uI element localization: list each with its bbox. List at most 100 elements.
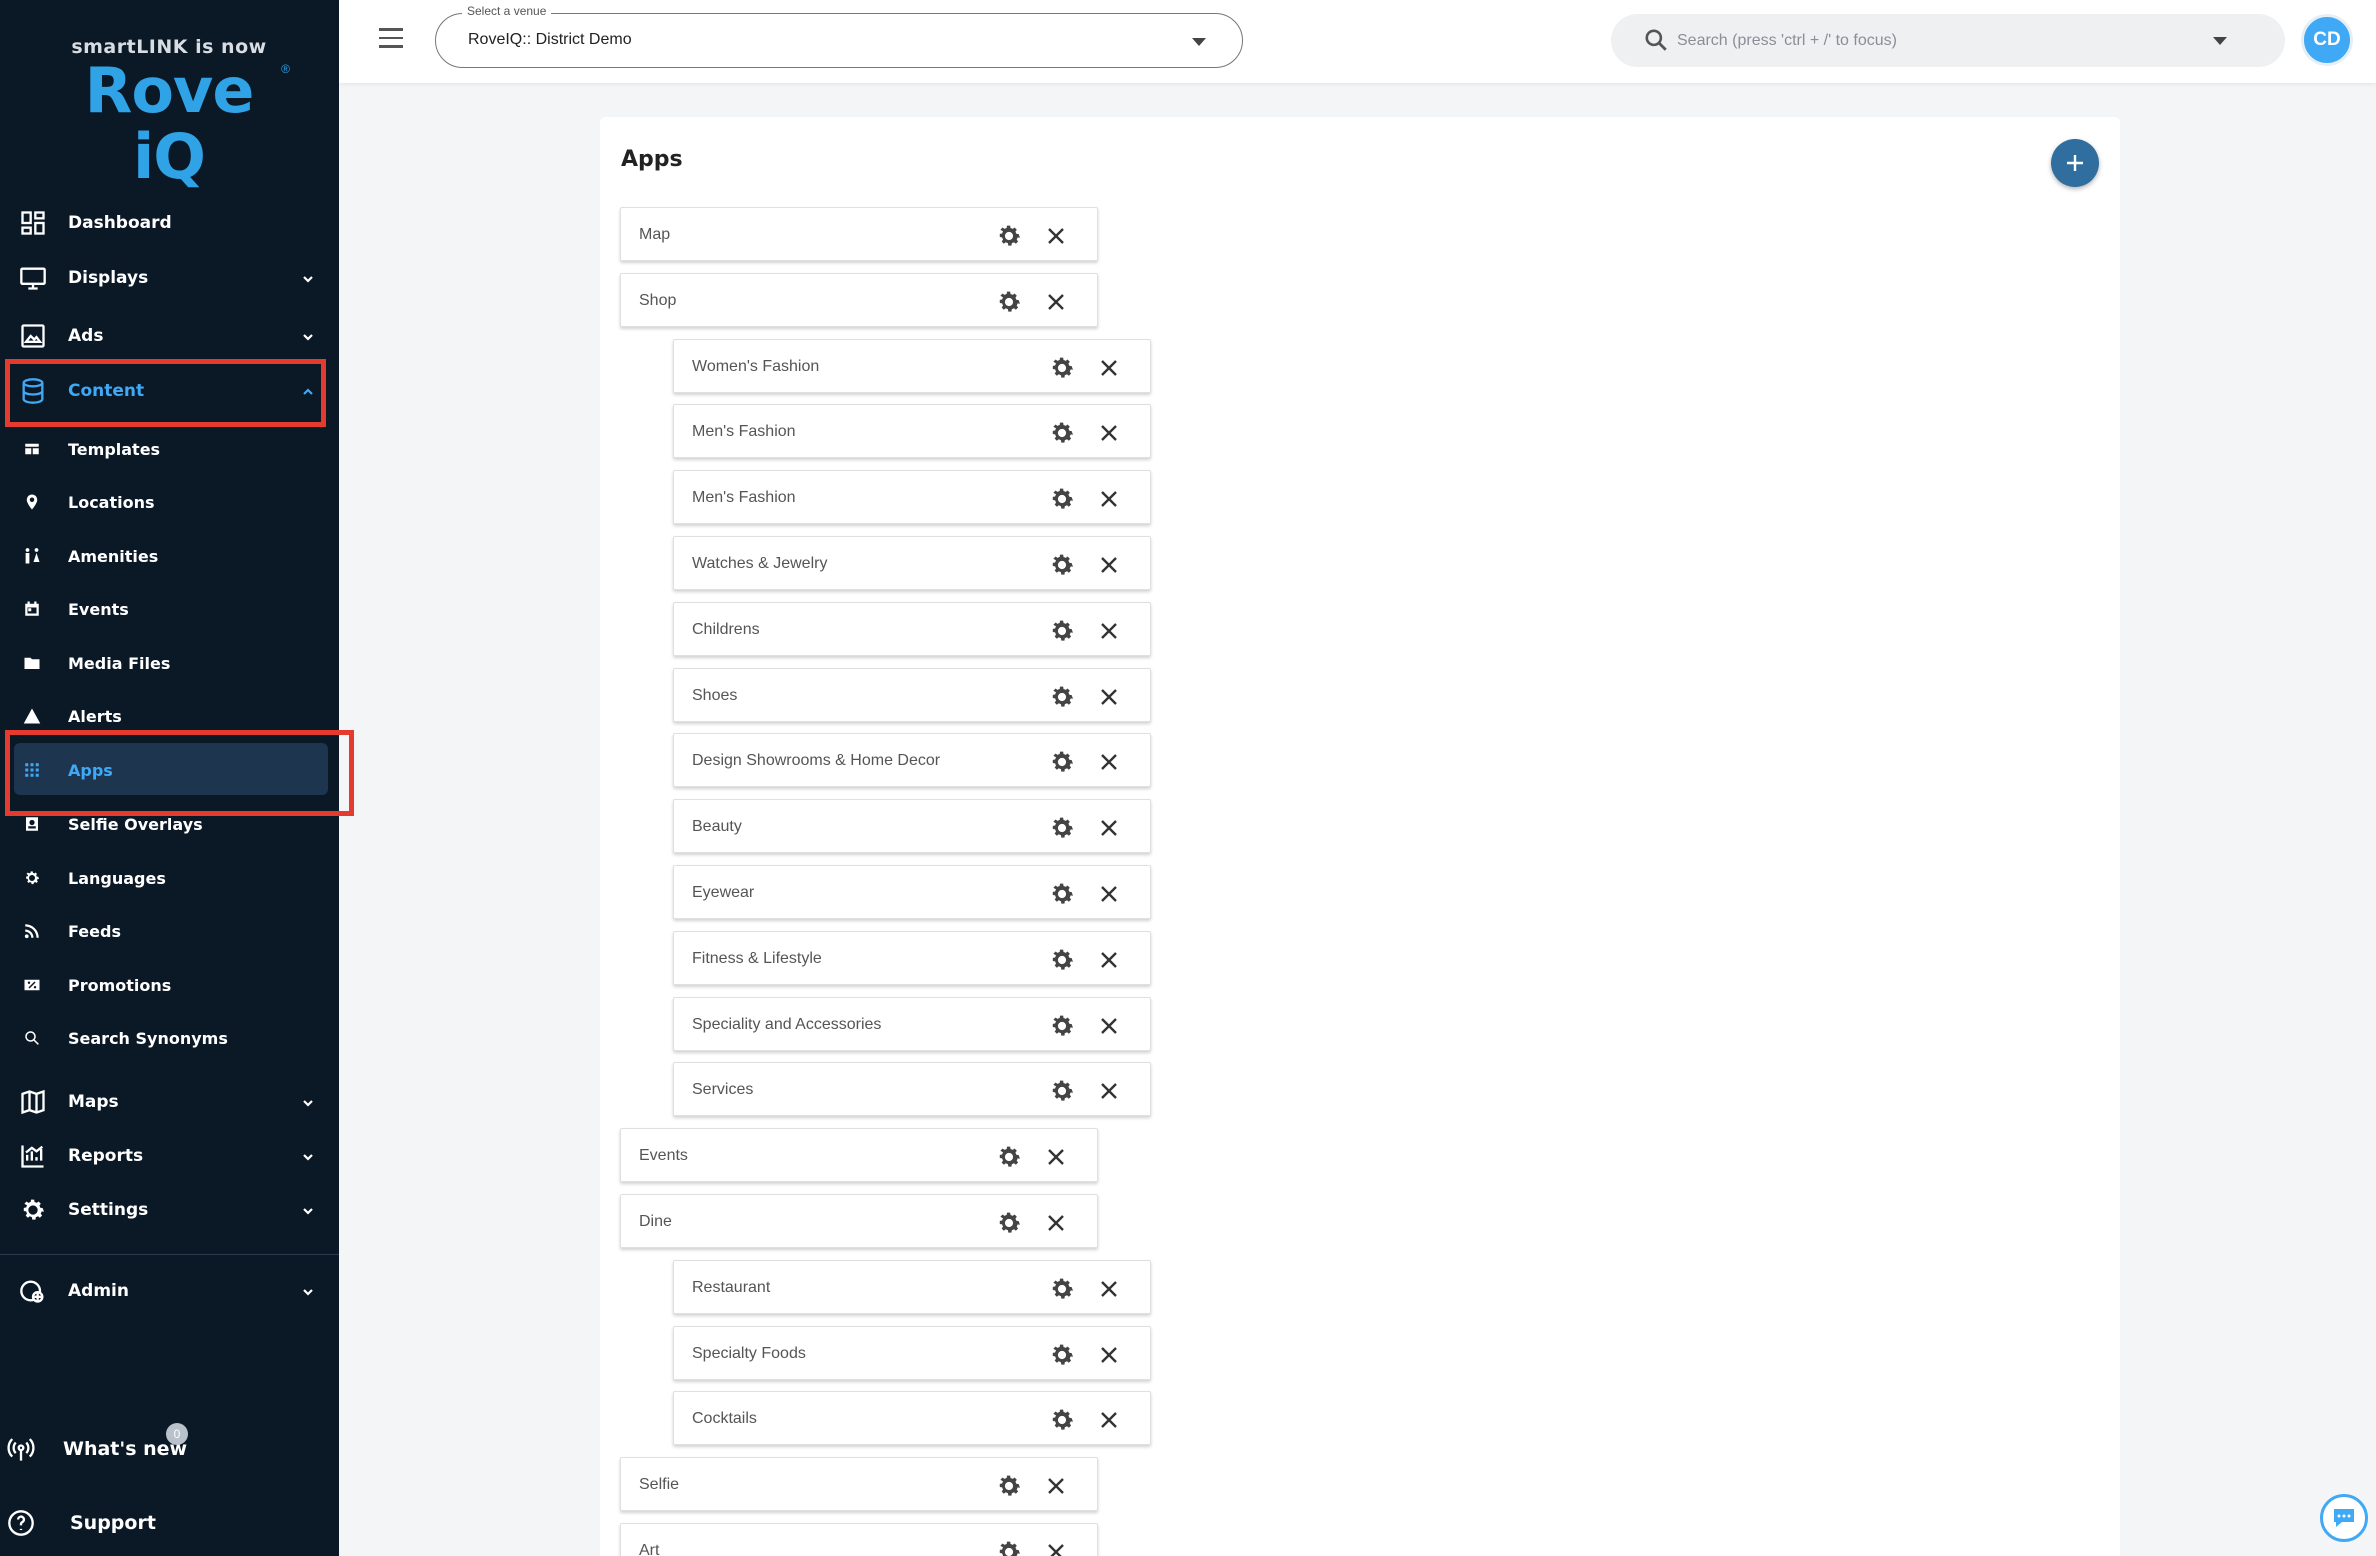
app-row[interactable]: Restaurant: [673, 1260, 1151, 1314]
gear-icon[interactable]: [995, 288, 1023, 316]
pin-icon: [20, 490, 44, 514]
app-row[interactable]: Men's Fashion: [673, 470, 1151, 524]
gear-icon[interactable]: [1048, 683, 1076, 711]
app-row[interactable]: Art: [620, 1523, 1098, 1556]
close-icon[interactable]: [1045, 1541, 1067, 1556]
sidebar-item-label: Media Files: [68, 653, 171, 673]
sidebar-item-label: Amenities: [68, 546, 159, 566]
app-row[interactable]: Watches & Jewelry: [673, 536, 1151, 590]
gear-icon[interactable]: [1048, 354, 1076, 382]
nav-content[interactable]: Content: [0, 366, 339, 416]
app-row[interactable]: Map: [620, 207, 1098, 261]
sidebar-item-search-synonyms[interactable]: Search Synonyms: [0, 1013, 339, 1063]
app-row[interactable]: Men's Fashion: [673, 404, 1151, 458]
gear-icon[interactable]: [1048, 617, 1076, 645]
close-icon[interactable]: [1098, 1344, 1120, 1366]
close-icon[interactable]: [1045, 291, 1067, 313]
chevron-down-icon: [301, 329, 315, 343]
gear-icon[interactable]: [1048, 748, 1076, 776]
gear-icon[interactable]: [1048, 880, 1076, 908]
close-icon[interactable]: [1098, 1409, 1120, 1431]
sidebar-item-alerts[interactable]: Alerts: [0, 691, 339, 741]
app-row[interactable]: Specialty Foods: [673, 1326, 1151, 1380]
gear-icon[interactable]: [1048, 1406, 1076, 1434]
user-avatar[interactable]: CD: [2301, 14, 2353, 66]
nav-reports[interactable]: Reports: [0, 1131, 339, 1181]
chat-button[interactable]: [2320, 1494, 2368, 1542]
app-row[interactable]: Events: [620, 1128, 1098, 1182]
nav-admin[interactable]: Admin: [0, 1266, 339, 1316]
nav-maps[interactable]: Maps: [0, 1077, 339, 1127]
app-row[interactable]: Services: [673, 1062, 1151, 1116]
app-row[interactable]: Dine: [620, 1194, 1098, 1248]
nav-support[interactable]: Support: [0, 1498, 339, 1548]
search-input[interactable]: [1677, 24, 2197, 57]
close-icon[interactable]: [1098, 1015, 1120, 1037]
gear-icon[interactable]: [1048, 485, 1076, 513]
gear-icon[interactable]: [995, 222, 1023, 250]
sidebar-item-events[interactable]: Events: [0, 584, 339, 634]
app-row[interactable]: Cocktails: [673, 1391, 1151, 1445]
app-row[interactable]: Shoes: [673, 668, 1151, 722]
gear-icon[interactable]: [1048, 1077, 1076, 1105]
close-icon[interactable]: [1098, 488, 1120, 510]
gear-icon[interactable]: [1048, 419, 1076, 447]
app-row[interactable]: Eyewear: [673, 865, 1151, 919]
app-row[interactable]: Shop: [620, 273, 1098, 327]
chevron-down-icon: [301, 271, 315, 285]
close-icon[interactable]: [1098, 751, 1120, 773]
search-bar[interactable]: [1611, 14, 2285, 67]
sidebar-item-amenities[interactable]: Amenities: [0, 531, 339, 581]
gear-icon[interactable]: [1048, 946, 1076, 974]
menu-icon[interactable]: [379, 28, 405, 50]
sidebar-item-media-files[interactable]: Media Files: [0, 638, 339, 688]
gear-icon[interactable]: [995, 1472, 1023, 1500]
sidebar-item-templates[interactable]: Templates: [0, 424, 339, 474]
app-row[interactable]: Selfie: [620, 1457, 1098, 1511]
close-icon[interactable]: [1098, 620, 1120, 642]
app-row[interactable]: Design Showrooms & Home Decor: [673, 733, 1151, 787]
caret-down-icon[interactable]: [2213, 37, 2227, 45]
nav-settings[interactable]: Settings: [0, 1185, 339, 1235]
nav-ads[interactable]: Ads: [0, 311, 339, 361]
broadcast-icon: [6, 1434, 36, 1464]
app-row[interactable]: Speciality and Accessories: [673, 997, 1151, 1051]
close-icon[interactable]: [1098, 949, 1120, 971]
close-icon[interactable]: [1045, 1212, 1067, 1234]
close-icon[interactable]: [1098, 357, 1120, 379]
close-icon[interactable]: [1045, 1475, 1067, 1497]
gear-icon[interactable]: [1048, 1012, 1076, 1040]
sidebar-item-locations[interactable]: Locations: [0, 477, 339, 527]
sidebar-item-feeds[interactable]: Feeds: [0, 906, 339, 956]
app-row[interactable]: Women's Fashion: [673, 339, 1151, 393]
close-icon[interactable]: [1045, 1146, 1067, 1168]
close-icon[interactable]: [1098, 1080, 1120, 1102]
close-icon[interactable]: [1098, 1278, 1120, 1300]
gear-icon[interactable]: [995, 1209, 1023, 1237]
nav-displays[interactable]: Displays: [0, 253, 339, 303]
sidebar-item-label: Events: [68, 599, 129, 619]
gear-icon[interactable]: [995, 1143, 1023, 1171]
close-icon[interactable]: [1098, 422, 1120, 444]
close-icon[interactable]: [1098, 554, 1120, 576]
rove-iq-logo[interactable]: smartLINK is now Rove iQ ®: [44, 36, 294, 190]
gear-icon[interactable]: [995, 1538, 1023, 1556]
app-row[interactable]: Beauty: [673, 799, 1151, 853]
sidebar-item-selfie-overlays[interactable]: Selfie Overlays: [0, 799, 339, 849]
venue-select[interactable]: Select a venue RoveIQ:: District Demo: [435, 4, 1243, 68]
close-icon[interactable]: [1045, 225, 1067, 247]
app-row[interactable]: Childrens: [673, 602, 1151, 656]
gear-icon[interactable]: [1048, 1341, 1076, 1369]
app-row[interactable]: Fitness & Lifestyle: [673, 931, 1151, 985]
nav-dashboard[interactable]: Dashboard: [0, 198, 339, 248]
close-icon[interactable]: [1098, 883, 1120, 905]
sidebar-item-apps[interactable]: Apps: [0, 745, 339, 795]
gear-icon[interactable]: [1048, 551, 1076, 579]
gear-icon[interactable]: [1048, 814, 1076, 842]
gear-icon[interactable]: [1048, 1275, 1076, 1303]
close-icon[interactable]: [1098, 817, 1120, 839]
sidebar-item-promotions[interactable]: Promotions: [0, 960, 339, 1010]
sidebar-item-languages[interactable]: Languages: [0, 853, 339, 903]
close-icon[interactable]: [1098, 686, 1120, 708]
add-app-button[interactable]: [2051, 139, 2099, 187]
